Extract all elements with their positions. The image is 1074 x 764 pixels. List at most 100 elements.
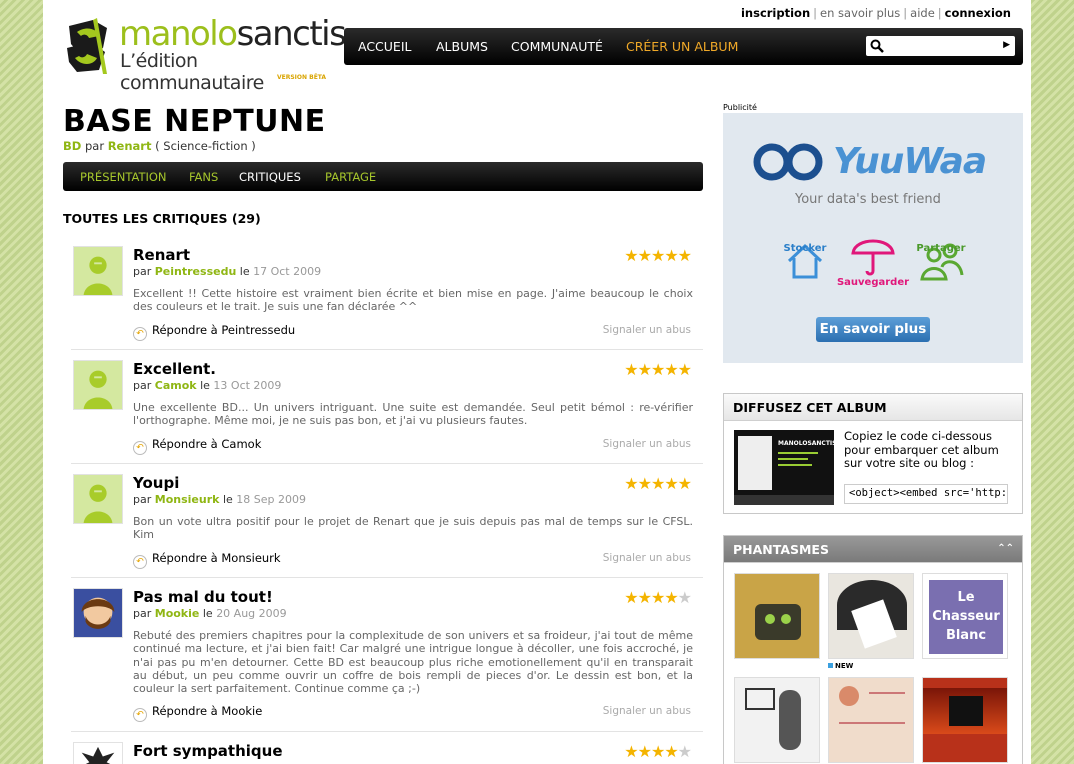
review-title: Pas mal du tout! [133, 588, 273, 606]
search-icon [870, 39, 884, 53]
advertisement[interactable]: YuuWaa Your data's best friend Stocker S… [723, 113, 1023, 363]
phantasme-thumb[interactable] [922, 677, 1008, 763]
review-rating: ★★★★★ [624, 246, 692, 265]
review-meta: par Mookie le 20 Aug 2009 [133, 607, 287, 620]
review-user-link[interactable]: Peintressedu [155, 265, 237, 278]
review-date: 17 Oct 2009 [253, 265, 322, 278]
review-rating: ★★★★★ [624, 742, 692, 761]
nav-item-communaute[interactable]: COMMUNAUTÉ [511, 39, 603, 54]
album-type-link[interactable]: BD [63, 139, 81, 153]
ad-cta-button[interactable]: En savoir plus [816, 317, 930, 342]
reply-icon: ↶ [133, 441, 147, 455]
review-item: Pas mal du tout! par Mookie le 20 Aug 20… [71, 580, 703, 732]
ad-label: Publicité [723, 103, 757, 112]
nav-item-creer-album[interactable]: CRÉER UN ALBUM [626, 39, 738, 54]
tab-presentation[interactable]: PRÉSENTATION [80, 170, 167, 184]
search-input[interactable] [886, 38, 996, 54]
diffuse-instructions: Copiez le code ci-dessous pour embarquer… [844, 429, 999, 470]
nav-item-albums[interactable]: ALBUMS [436, 39, 488, 54]
tab-partage[interactable]: PARTAGE [325, 170, 376, 184]
avatar[interactable] [73, 474, 123, 524]
search-submit-icon[interactable]: ▶ [1003, 40, 1010, 50]
phantasme-thumb[interactable] [734, 573, 820, 659]
review-meta: par Peintressedu le 17 Oct 2009 [133, 265, 322, 278]
review-rating: ★★★★★ [624, 588, 692, 607]
diffuse-box: DIFFUSEZ CET ALBUM MANOLOSANCTIS Copiez … [723, 393, 1023, 514]
beta-badge: VERSION BÊTA [277, 74, 327, 81]
reply-button[interactable]: ↶ Répondre à Camok [133, 437, 261, 455]
new-badge: NEW [828, 662, 853, 670]
report-abuse-link[interactable]: Signaler un abus [603, 705, 691, 717]
report-abuse-link[interactable]: Signaler un abus [603, 324, 691, 336]
logo-mark-icon [67, 18, 107, 74]
login-link[interactable]: connexion [945, 6, 1011, 20]
review-text: Bon un vote ultra positif pour le projet… [133, 515, 693, 542]
learn-more-link[interactable]: en savoir plus [820, 6, 900, 20]
album-byline: BD par Renart ( Science-fiction ) [63, 139, 256, 153]
review-user-link[interactable]: Camok [155, 379, 197, 392]
review-title: Excellent. [133, 360, 216, 378]
review-user-link[interactable]: Mookie [155, 607, 200, 620]
report-abuse-link[interactable]: Signaler un abus [603, 552, 691, 564]
phantasmes-title: PHANTASMES ⌃⌃ [724, 536, 1022, 563]
review-date: 20 Aug 2009 [216, 607, 287, 620]
review-user-link[interactable]: Monsieurk [155, 493, 220, 506]
review-meta: par Camok le 13 Oct 2009 [133, 379, 282, 392]
avatar[interactable] [73, 742, 123, 764]
review-meta: par Monsieurk le 18 Sep 2009 [133, 493, 306, 506]
ad-brand: YuuWaa [833, 141, 987, 182]
collapse-icon[interactable]: ⌃⌃ [997, 543, 1014, 554]
nav-item-accueil[interactable]: ACCUEIL [358, 39, 412, 54]
album-author-link[interactable]: Renart [108, 139, 152, 153]
phantasme-thumb[interactable] [828, 573, 914, 659]
review-item: Fort sympathique ★★★★★ [71, 734, 703, 764]
tab-critiques[interactable]: CRITIQUES [239, 170, 301, 184]
review-item: Youpi par Monsieurk le 18 Sep 2009 ★★★★★… [71, 466, 703, 578]
phantasmes-box: PHANTASMES ⌃⌃ NEW Le Chasseur Blanc [723, 535, 1023, 764]
ad-tagline: Your data's best friend [795, 192, 941, 207]
logo-name: manolosanctis [119, 14, 347, 54]
review-item: Excellent. par Camok le 13 Oct 2009 ★★★★… [71, 352, 703, 464]
reply-icon: ↶ [133, 708, 147, 722]
ad-feature-stocker: Stocker [783, 243, 827, 254]
reviews-heading: TOUTES LES CRITIQUES (29) [63, 211, 261, 226]
top-links: inscription | en savoir plus | aide | connexio… [740, 6, 1011, 20]
album-title: BASE NEPTUNE [63, 104, 326, 139]
reply-icon: ↶ [133, 327, 147, 341]
ad-feature-partager: Partager [916, 243, 966, 254]
reply-button[interactable]: ↶ Répondre à Monsieurk [133, 551, 281, 569]
avatar[interactable] [73, 246, 123, 296]
embed-preview: MANOLOSANCTIS [734, 430, 836, 505]
review-text: Rebuté des premiers chapitres pour la co… [133, 629, 693, 696]
review-rating: ★★★★★ [624, 360, 692, 379]
reply-icon: ↶ [133, 555, 147, 569]
review-date: 13 Oct 2009 [213, 379, 282, 392]
yuuwaa-logo-icon [753, 143, 823, 181]
signup-link[interactable]: inscription [741, 6, 810, 20]
help-link[interactable]: aide [910, 6, 935, 20]
phantasme-thumb[interactable]: Le Chasseur Blanc [922, 573, 1008, 659]
review-rating: ★★★★★ [624, 474, 692, 493]
review-text: Une excellente BD... Un univers intrigua… [133, 401, 693, 428]
review-title: Renart [133, 246, 191, 264]
search-box: ▶ [866, 36, 1015, 56]
tab-fans[interactable]: FANS [189, 170, 218, 184]
diffuse-title: DIFFUSEZ CET ALBUM [724, 394, 1022, 421]
report-abuse-link[interactable]: Signaler un abus [603, 438, 691, 450]
phantasme-thumb[interactable] [828, 677, 914, 763]
album-genre: ( Science-fiction ) [155, 139, 256, 153]
review-item: Renart par Peintressedu le 17 Oct 2009 ★… [71, 238, 703, 350]
review-title: Fort sympathique [133, 742, 283, 760]
embed-code-field[interactable]: <object><embed src='http: [844, 484, 1008, 504]
avatar[interactable] [73, 360, 123, 410]
phantasme-thumb[interactable] [734, 677, 820, 763]
review-text: Excellent !! Cette histoire est vraiment… [133, 287, 693, 314]
album-tabs: PRÉSENTATION FANS CRITIQUES PARTAGE [63, 162, 703, 191]
reply-button[interactable]: ↶ Répondre à Peintressedu [133, 323, 295, 341]
reply-button[interactable]: ↶ Répondre à Mookie [133, 704, 262, 722]
logo-subtitle: L’édition communautaire [120, 50, 264, 94]
main-nav: ACCUEIL ALBUMS COMMUNAUTÉ CRÉER UN ALBUM… [344, 28, 1023, 65]
avatar[interactable] [73, 588, 123, 638]
umbrella-icon [851, 239, 895, 276]
site-logo[interactable]: manolosanctis L’édition communautaire VE… [63, 14, 347, 94]
